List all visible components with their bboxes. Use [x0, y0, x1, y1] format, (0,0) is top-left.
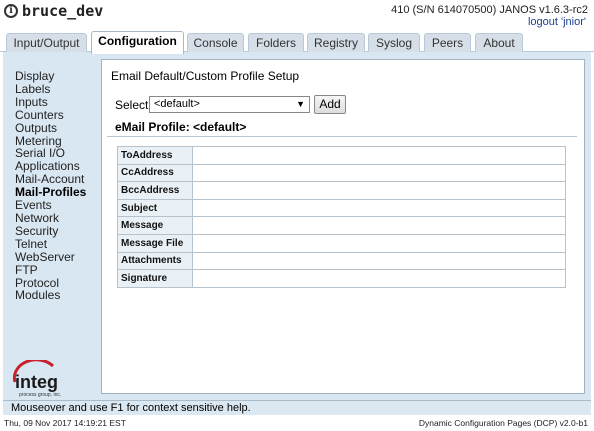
tab-folders[interactable]: Folders — [248, 33, 304, 53]
field-label-attachments: Attachments — [117, 251, 193, 271]
table-row: CcAddress — [117, 163, 566, 183]
profile-heading: eMail Profile: <default> — [115, 120, 247, 134]
sidebar-item-network[interactable]: Network — [15, 212, 105, 225]
tab-configuration[interactable]: Configuration — [91, 31, 184, 54]
footer: Thu, 09 Nov 2017 14:19:21 EST Dynamic Co… — [0, 416, 594, 431]
tab-syslog[interactable]: Syslog — [368, 33, 420, 53]
sidebar-item-security[interactable]: Security — [15, 224, 105, 238]
sidebar-item-counters[interactable]: Counters — [15, 108, 105, 122]
table-row: Message — [117, 216, 566, 235]
sidebar-item-labels[interactable]: Labels — [15, 83, 105, 96]
table-row: Signature — [117, 269, 566, 288]
footer-version: Dynamic Configuration Pages (DCP) v2.0-b… — [418, 418, 588, 428]
logo-brand-text: integ — [15, 372, 58, 392]
cc-address-field[interactable] — [192, 163, 566, 183]
bcc-address-field[interactable] — [192, 181, 566, 200]
subject-field[interactable] — [192, 198, 566, 218]
signature-field[interactable] — [192, 269, 566, 288]
sidebar-item-webserver[interactable]: WebServer — [15, 250, 105, 264]
table-row: BccAddress — [117, 181, 566, 200]
logo-tagline-text: process group, inc. — [19, 392, 61, 398]
field-label-cc-address: CcAddress — [117, 163, 193, 183]
message-file-field[interactable] — [192, 233, 566, 253]
field-label-message: Message — [117, 216, 193, 235]
sidebar-item-outputs[interactable]: Outputs — [15, 121, 105, 135]
profile-select[interactable]: <default> ▼ — [149, 96, 310, 113]
table-row: Subject — [117, 198, 566, 218]
field-label-bcc-address: BccAddress — [117, 181, 193, 200]
select-label: Select — [115, 98, 149, 112]
field-label-subject: Subject — [117, 198, 193, 218]
table-row: Attachments — [117, 251, 566, 271]
tab-bar: Input/Output Configuration Console Folde… — [0, 30, 594, 54]
sidebar-item-telnet[interactable]: Telnet — [15, 237, 105, 251]
tab-about[interactable]: About — [475, 33, 523, 53]
table-row: ToAddress — [117, 146, 566, 165]
tab-registry[interactable]: Registry — [307, 33, 365, 53]
sidebar-item-display[interactable]: Display — [15, 70, 105, 83]
tab-input-output[interactable]: Input/Output — [6, 33, 87, 53]
chevron-down-icon: ▼ — [296, 99, 305, 109]
header: i bruce_dev 410 (S/N 614070500) JANOS v1… — [0, 0, 594, 30]
sidebar-item-inputs[interactable]: Inputs — [15, 95, 105, 109]
field-label-message-file: Message File — [117, 233, 193, 253]
hostname: bruce_dev — [22, 2, 104, 20]
profile-fields-table: ToAddress CcAddress BccAddress Subject M… — [117, 146, 566, 288]
info-icon: i — [4, 4, 18, 18]
attachments-field[interactable] — [192, 251, 566, 271]
footer-timestamp: Thu, 09 Nov 2017 14:19:21 EST — [4, 418, 126, 428]
tab-peers[interactable]: Peers — [424, 33, 471, 53]
logout-link[interactable]: logout 'jnior' — [528, 16, 586, 28]
to-address-field[interactable] — [192, 146, 566, 165]
integ-logo: integ process group, inc. — [12, 360, 61, 398]
help-status-bar: Mouseover and use F1 for context sensiti… — [3, 400, 591, 415]
sidebar-item-modules[interactable]: Modules — [15, 289, 105, 302]
sidebar: Display Labels Inputs Counters Outputs M… — [15, 70, 105, 302]
content-panel: Email Default/Custom Profile Setup Selec… — [101, 59, 585, 394]
divider — [107, 136, 577, 137]
field-label-to-address: ToAddress — [117, 146, 193, 165]
sidebar-item-ftp[interactable]: FTP — [15, 263, 105, 277]
add-profile-button[interactable]: Add — [314, 95, 346, 114]
profile-select-value: <default> — [154, 98, 200, 110]
tab-console[interactable]: Console — [187, 33, 244, 53]
message-field[interactable] — [192, 216, 566, 235]
device-serial-info: 410 (S/N 614070500) JANOS v1.6.3-rc2 — [391, 4, 588, 16]
field-label-signature: Signature — [117, 269, 193, 288]
table-row: Message File — [117, 233, 566, 253]
page-title: Email Default/Custom Profile Setup — [111, 69, 300, 83]
